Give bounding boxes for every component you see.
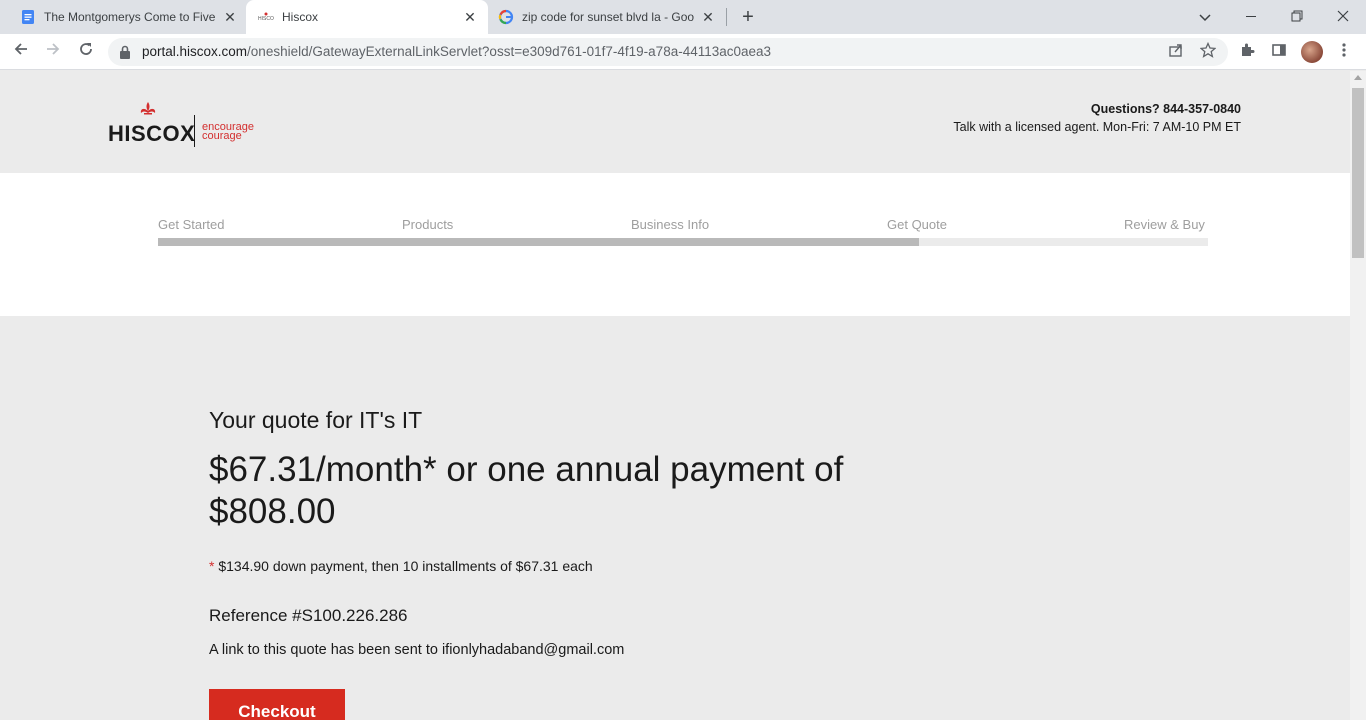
- url-host: portal.hiscox.com: [142, 44, 248, 59]
- back-icon[interactable]: [10, 41, 32, 63]
- page-content: HISCOX encourage courage Questions? 844-…: [0, 71, 1350, 720]
- close-window-icon[interactable]: [1332, 6, 1354, 28]
- google-icon: [498, 9, 514, 25]
- step-get-quote: Get Quote: [887, 217, 947, 232]
- profile-avatar[interactable]: [1301, 41, 1323, 63]
- progress-bar: [158, 238, 1208, 246]
- tab-search-icon[interactable]: [1194, 6, 1216, 28]
- quote-sent-message: A link to this quote has been sent to if…: [209, 642, 625, 658]
- url-path: /oneshield/GatewayExternalLinkServlet?os…: [247, 44, 772, 59]
- google-docs-icon: [22, 10, 34, 24]
- lock-icon: [120, 45, 130, 59]
- fleur-de-lis-icon: [140, 102, 156, 115]
- tab-google-search[interactable]: zip code for sunset blvd la - Goo ✕: [488, 0, 724, 34]
- tab-hiscox[interactable]: HISCOX Hiscox ✕: [246, 0, 488, 34]
- tab-title: Hiscox: [282, 10, 319, 24]
- bookmark-star-icon[interactable]: [1198, 41, 1218, 62]
- note-text: $134.90 down payment, then 10 installmen…: [214, 558, 593, 574]
- minimize-icon[interactable]: [1240, 6, 1262, 28]
- share-icon[interactable]: [1166, 42, 1186, 62]
- tab-separator: [726, 8, 727, 26]
- close-tab-icon[interactable]: ✕: [222, 9, 238, 25]
- address-bar[interactable]: portal.hiscox.com/oneshield/GatewayExter…: [108, 38, 1228, 66]
- contact-info: Questions? 844-357-0840 Talk with a lice…: [953, 102, 1241, 134]
- forward-icon[interactable]: [42, 41, 64, 63]
- hiscox-favicon: HISCOX: [258, 12, 274, 22]
- url-text[interactable]: portal.hiscox.com/oneshield/GatewayExter…: [142, 44, 771, 59]
- payment-note: * $134.90 down payment, then 10 installm…: [209, 558, 593, 574]
- logo-tagline-line2: courage: [202, 130, 242, 142]
- scrollbar-thumb[interactable]: [1352, 88, 1364, 258]
- step-products: Products: [402, 217, 454, 232]
- browser-toolbar: portal.hiscox.com/oneshield/GatewayExter…: [0, 34, 1366, 70]
- tab-title: The Montgomerys Come to Five: [44, 10, 216, 24]
- progress-fill: [158, 238, 920, 246]
- close-tab-icon[interactable]: ✕: [462, 9, 478, 25]
- step-review-buy: Review & Buy: [1124, 217, 1205, 232]
- step-get-started: Get Started: [158, 217, 225, 232]
- extensions-icon[interactable]: [1237, 42, 1257, 62]
- quote-heading: Your quote for IT's IT: [209, 407, 423, 433]
- tab-title: zip code for sunset blvd la - Goo: [522, 10, 694, 24]
- page-scrollbar[interactable]: [1350, 71, 1366, 720]
- menu-kebab-icon[interactable]: [1334, 42, 1354, 62]
- logo-divider: [194, 115, 195, 147]
- quote-price: $67.31/month* or one annual payment of $…: [209, 450, 844, 531]
- agent-hours: Talk with a licensed agent. Mon-Fri: 7 A…: [953, 120, 1241, 134]
- new-tab-button[interactable]: +: [738, 7, 758, 27]
- hiscox-logo[interactable]: HISCOX encourage courage: [108, 101, 268, 151]
- tab-docs[interactable]: The Montgomerys Come to Five ✕: [8, 0, 246, 34]
- questions-phone[interactable]: Questions? 844-357-0840: [953, 102, 1241, 116]
- quote-reference: Reference #S100.226.286: [209, 606, 408, 625]
- logo-wordmark: HISCOX: [108, 121, 196, 146]
- reload-icon[interactable]: [75, 41, 97, 63]
- tab-strip: The Montgomerys Come to Five ✕ HISCOX Hi…: [0, 0, 1366, 34]
- svg-text:HISCOX: HISCOX: [258, 16, 274, 22]
- scroll-up-arrow-icon[interactable]: [1354, 75, 1362, 80]
- restore-icon[interactable]: [1286, 6, 1308, 28]
- side-panel-icon[interactable]: [1269, 42, 1289, 62]
- progress-steps: Get Started Products Business Info Get Q…: [0, 173, 1350, 316]
- site-header: HISCOX encourage courage Questions? 844-…: [0, 71, 1350, 173]
- checkout-button[interactable]: Checkout: [209, 689, 345, 720]
- step-business-info: Business Info: [631, 217, 710, 232]
- logo-tagline: encourage courage: [202, 122, 254, 142]
- close-tab-icon[interactable]: ✕: [700, 9, 716, 25]
